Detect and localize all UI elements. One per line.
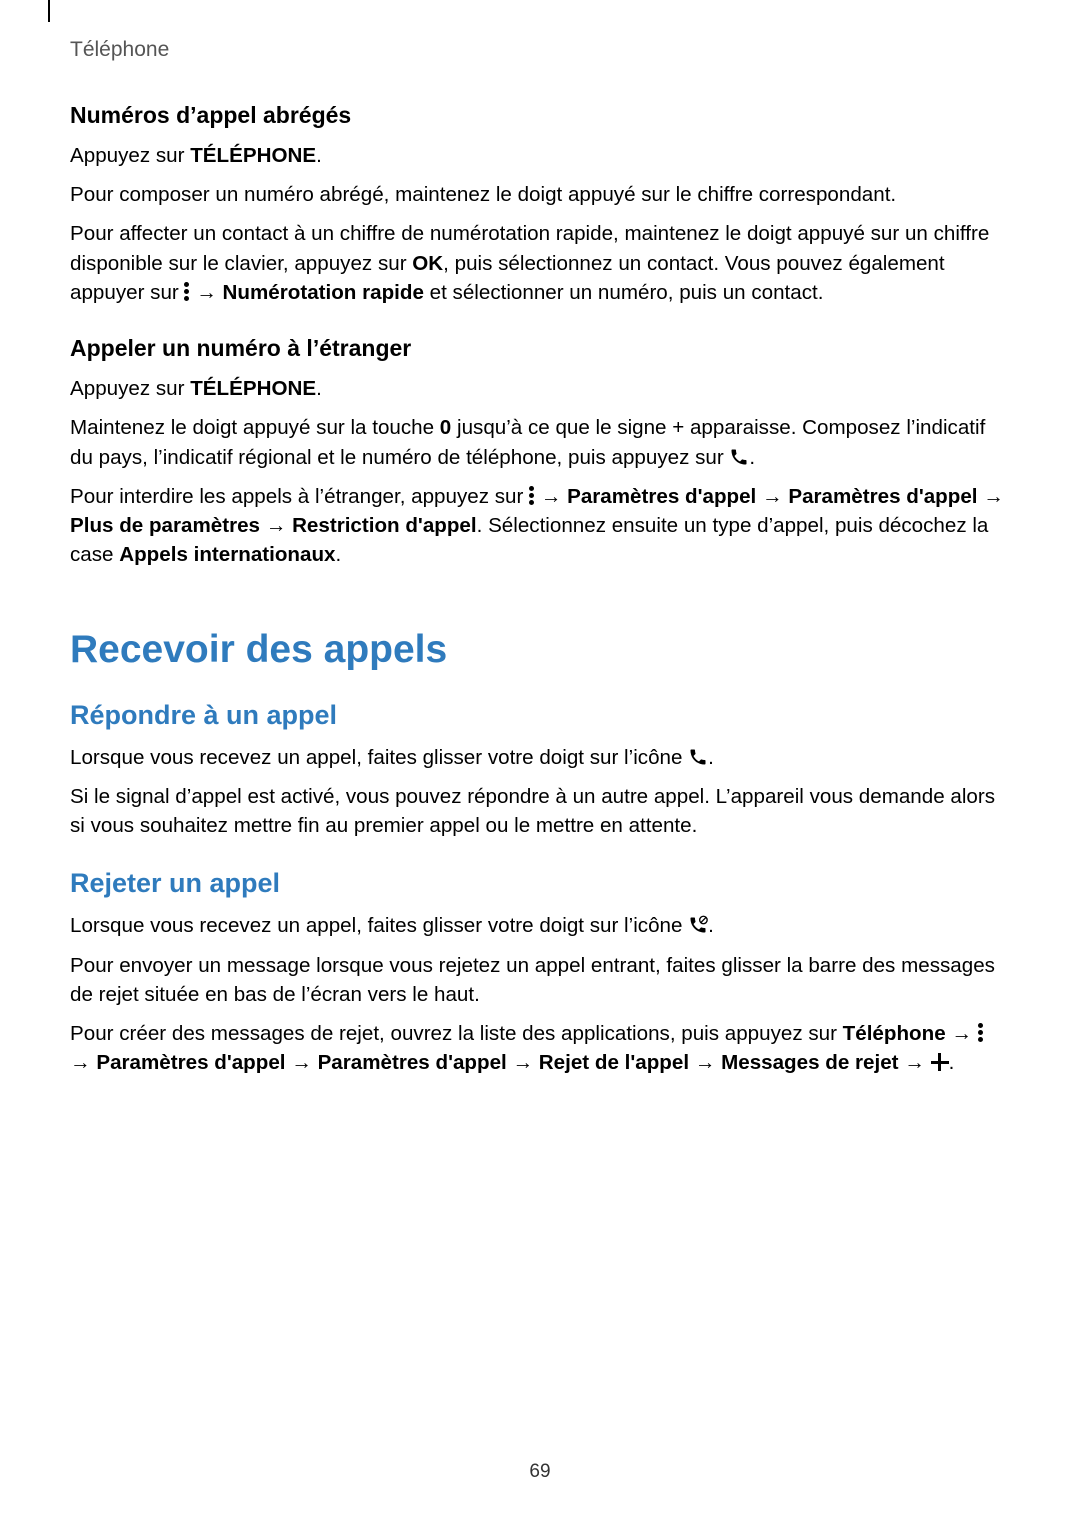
phone-answer-icon — [688, 747, 708, 767]
text: . — [316, 144, 322, 167]
text: Maintenez le doigt appuyé sur la touche — [70, 416, 440, 439]
text: Lorsque vous recevez un appel, faites gl… — [70, 914, 688, 937]
paragraph-text: Lorsque vous recevez un appel, faites gl… — [70, 911, 1010, 940]
bold-text: Paramètres d'appel — [788, 485, 977, 508]
arrow-text: → — [899, 1051, 931, 1074]
phone-call-icon — [729, 447, 749, 467]
text: et sélectionner un numéro, puis un conta… — [424, 281, 824, 304]
text: . — [949, 1051, 955, 1074]
bold-text: Numérotation rapide — [223, 281, 424, 304]
page-number: 69 — [0, 1461, 1080, 1483]
arrow-text: → — [689, 1051, 721, 1074]
top-marker — [48, 0, 50, 22]
bold-text: Plus de paramètres — [70, 514, 260, 537]
arrow-text: → — [70, 1051, 96, 1074]
arrow-text: → — [535, 485, 567, 508]
paragraph-text: Maintenez le doigt appuyé sur la touche … — [70, 413, 1010, 471]
arrow-text: → — [190, 281, 222, 304]
text: Pour interdire les appels à l’étranger, … — [70, 485, 529, 508]
bold-text: Paramètres d'appel — [318, 1051, 507, 1074]
bold-text: Messages de rejet — [721, 1051, 898, 1074]
phone-reject-icon — [688, 915, 708, 935]
bold-text: Paramètres d'appel — [567, 485, 756, 508]
bold-text: Appels internationaux — [119, 543, 335, 566]
paragraph-text: Appuyez sur TÉLÉPHONE. — [70, 374, 1010, 403]
heading-international: Appeler un numéro à l’étranger — [70, 335, 1010, 362]
bold-text: TÉLÉPHONE — [190, 144, 316, 167]
arrow-text: → — [260, 514, 292, 537]
paragraph-text: Pour affecter un contact à un chiffre de… — [70, 219, 1010, 307]
text: . — [316, 377, 322, 400]
more-options-icon — [529, 486, 535, 506]
paragraph-text: Pour composer un numéro abrégé, maintene… — [70, 180, 1010, 209]
bold-text: Paramètres d'appel — [96, 1051, 285, 1074]
paragraph-text: Appuyez sur TÉLÉPHONE. — [70, 141, 1010, 170]
more-options-icon — [978, 1023, 984, 1043]
text: Appuyez sur — [70, 144, 190, 167]
arrow-text: → — [756, 485, 788, 508]
bold-text: Restriction d'appel — [292, 514, 477, 537]
document-page: Téléphone Numéros d’appel abrégés Appuye… — [0, 0, 1080, 1527]
text: Appuyez sur — [70, 377, 190, 400]
section-header: Téléphone — [70, 38, 1010, 62]
arrow-text: → — [507, 1051, 539, 1074]
paragraph-text: Lorsque vous recevez un appel, faites gl… — [70, 743, 1010, 772]
paragraph-text: Pour interdire les appels à l’étranger, … — [70, 482, 1010, 570]
text: Lorsque vous recevez un appel, faites gl… — [70, 746, 688, 769]
bold-text: 0 — [440, 416, 451, 439]
paragraph-text: Si le signal d’appel est activé, vous po… — [70, 782, 1010, 840]
heading-speed-dial: Numéros d’appel abrégés — [70, 102, 1010, 129]
text: . — [749, 446, 755, 469]
arrow-text: → — [286, 1051, 318, 1074]
bold-text: Téléphone — [843, 1022, 946, 1045]
bold-text: OK — [412, 252, 443, 275]
arrow-text: → — [978, 485, 1004, 508]
text: . — [708, 746, 714, 769]
bold-text: Rejet de l'appel — [539, 1051, 689, 1074]
text: . — [708, 914, 714, 937]
more-options-icon — [184, 282, 190, 302]
heading-reject-call: Rejeter un appel — [70, 868, 1010, 899]
plus-icon — [931, 1053, 949, 1071]
title-receive-calls: Recevoir des appels — [70, 628, 1010, 672]
heading-answer-call: Répondre à un appel — [70, 700, 1010, 731]
text: . — [336, 543, 342, 566]
text: Pour créer des messages de rejet, ouvrez… — [70, 1022, 843, 1045]
paragraph-text: Pour envoyer un message lorsque vous rej… — [70, 951, 1010, 1009]
arrow-text: → — [946, 1022, 978, 1045]
bold-text: TÉLÉPHONE — [190, 377, 316, 400]
paragraph-text: Pour créer des messages de rejet, ouvrez… — [70, 1019, 1010, 1077]
